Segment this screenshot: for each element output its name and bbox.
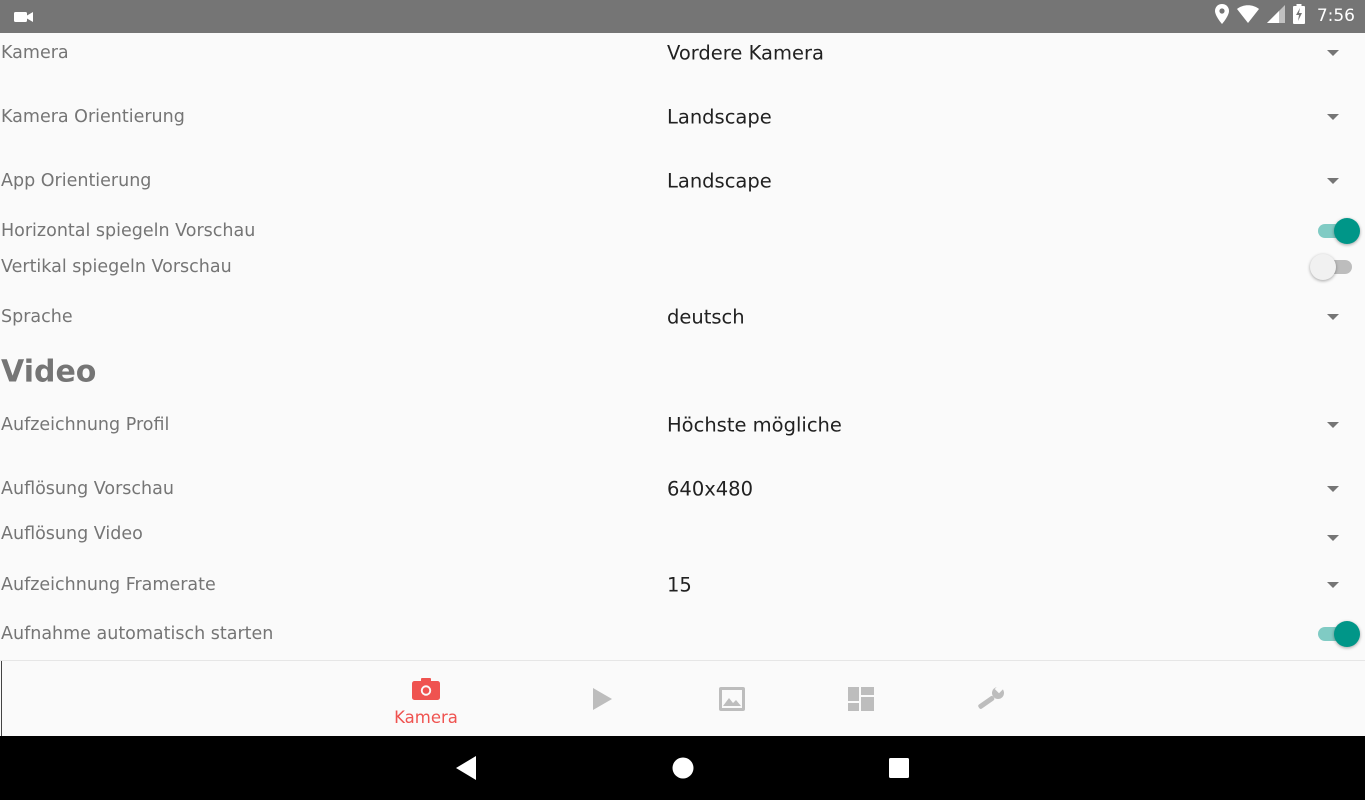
chevron-down-icon[interactable] (1327, 486, 1339, 492)
camera-icon (412, 678, 440, 704)
language-select[interactable]: deutsch (667, 306, 745, 329)
back-button[interactable] (437, 736, 497, 800)
play-icon (592, 688, 612, 714)
chevron-down-icon[interactable] (1327, 50, 1339, 56)
chevron-down-icon[interactable] (1327, 582, 1339, 588)
bottom-tab-bar: Kamera (0, 660, 1365, 737)
settings-list: Kamera Vordere Kamera Kamera Orientierun… (0, 33, 1365, 660)
setting-label: Aufnahme automatisch starten (1, 624, 274, 644)
wrench-icon (975, 684, 1005, 716)
chevron-down-icon[interactable] (1327, 114, 1339, 120)
recents-button[interactable] (869, 736, 929, 800)
camera-orientation-select[interactable]: Landscape (667, 106, 772, 129)
back-icon (456, 756, 476, 780)
setting-label: Auflösung Vorschau (1, 479, 174, 499)
tab-settings[interactable] (940, 661, 1040, 737)
setting-label: Kamera (1, 43, 69, 63)
clock: 7:56 (1316, 6, 1355, 26)
image-icon (719, 687, 745, 715)
chevron-down-icon[interactable] (1327, 422, 1339, 428)
setting-label: Kamera Orientierung (1, 107, 185, 127)
chevron-down-icon[interactable] (1327, 535, 1339, 541)
toggle-thumb (1310, 254, 1336, 280)
setting-label: App Orientierung (1, 171, 152, 191)
toggle-thumb (1334, 218, 1360, 244)
framerate-select[interactable]: 15 (667, 574, 692, 597)
chevron-down-icon[interactable] (1327, 178, 1339, 184)
section-title: Video (1, 354, 97, 390)
home-icon (672, 757, 694, 779)
autostart-toggle[interactable] (1310, 619, 1362, 649)
signal-icon (1266, 5, 1285, 27)
camera-select[interactable]: Vordere Kamera (667, 42, 824, 65)
video-camera-icon (14, 9, 34, 28)
record-profile-select[interactable]: Höchste mögliche (667, 414, 842, 437)
tab-camera[interactable]: Kamera (376, 661, 476, 737)
dashboard-icon (848, 687, 874, 715)
setting-label: Sprache (1, 307, 73, 327)
system-nav-bar (0, 736, 1365, 800)
tab-dashboard[interactable] (811, 661, 911, 737)
chevron-down-icon[interactable] (1327, 314, 1339, 320)
home-button[interactable] (653, 736, 713, 800)
preview-resolution-select[interactable]: 640x480 (667, 478, 753, 501)
tab-gallery[interactable] (682, 661, 782, 737)
app-orientation-select[interactable]: Landscape (667, 170, 772, 193)
setting-label: Aufzeichnung Framerate (1, 575, 216, 595)
divider (1, 661, 2, 737)
location-icon (1214, 4, 1229, 28)
wifi-icon (1236, 5, 1259, 27)
mirror-horizontal-toggle[interactable] (1310, 216, 1362, 246)
setting-label: Vertikal spiegeln Vorschau (1, 257, 232, 277)
setting-label: Horizontal spiegeln Vorschau (1, 221, 256, 241)
tab-label: Kamera (394, 708, 458, 727)
status-bar: 7:56 (0, 0, 1365, 33)
battery-icon (1292, 4, 1305, 28)
recents-icon (889, 758, 909, 778)
setting-label: Auflösung Video (1, 524, 143, 544)
mirror-vertical-toggle[interactable] (1310, 252, 1362, 282)
setting-label: Aufzeichnung Profil (1, 415, 170, 435)
toggle-thumb (1334, 621, 1360, 647)
tab-play[interactable] (552, 661, 652, 737)
